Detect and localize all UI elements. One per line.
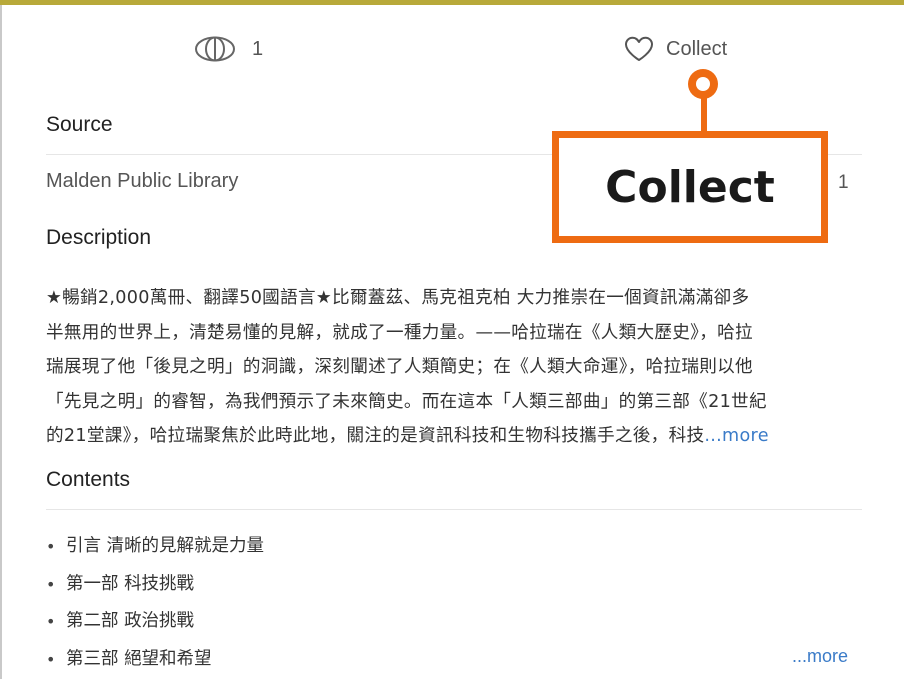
collect-label: Collect	[666, 37, 728, 60]
views-counter[interactable]: 1	[194, 36, 263, 62]
description-line: 瑞展現了他「後見之明」的洞識，深刻闡述了人類簡史；在《人類大命運》，哈拉瑞則以他	[46, 357, 753, 377]
contents-divider	[46, 509, 862, 510]
list-item: • 第三部 絕望和希望	[46, 641, 264, 679]
views-count: 1	[252, 37, 264, 60]
description-more-link[interactable]: ...more	[704, 426, 768, 446]
list-item: • 引言 清晰的見解就是力量	[46, 528, 264, 566]
contents-item-label: 第三部 絕望和希望	[66, 648, 212, 669]
description-line: 的21堂課》，哈拉瑞聚焦於此時此地，關注的是資訊科技和生物科技攜手之後，科技	[46, 426, 705, 446]
contents-item-label: 第一部 科技挑戰	[66, 573, 195, 594]
source-count: 1	[838, 172, 849, 193]
top-border	[0, 0, 904, 5]
contents-heading: Contents	[46, 468, 131, 491]
contents-list: • 引言 清晰的見解就是力量 • 第一部 科技挑戰 • 第二部 政治挑戰 • 第三部 絕…	[46, 528, 264, 678]
bullet-icon: •	[46, 537, 56, 556]
contents-more-link[interactable]: ...more	[792, 646, 848, 667]
description-line: 半無用的世界上，清楚易懂的見解，就成了一種力量。——哈拉瑞在《人類大歷史》，哈拉	[46, 322, 753, 343]
bullet-icon: •	[46, 574, 56, 594]
collect-button[interactable]: Collect	[624, 36, 727, 62]
callout-stem	[701, 98, 707, 132]
source-heading: Source	[46, 113, 113, 136]
description-heading: Description	[46, 226, 152, 249]
contents-item-label: 引言 清晰的見解就是力量	[66, 536, 265, 556]
list-item: • 第二部 政治挑戰	[46, 603, 264, 641]
list-item: • 第一部 科技挑戰	[46, 566, 264, 604]
source-library-link[interactable]: Malden Public Library	[46, 170, 238, 193]
bullet-icon: •	[46, 612, 56, 631]
callout-label-box: Collect	[552, 131, 828, 243]
description-line: 「先見之明」的睿智，為我們預示了未來簡史。而在這本「人類三部曲」的第三部《21世…	[46, 391, 767, 412]
callout-target-dot	[688, 69, 718, 99]
left-border	[0, 5, 2, 679]
description-text: ★暢銷2,000萬冊、翻譯50國語言★比爾蓋茲、馬克祖克柏 大力推崇在一個資訊滿…	[46, 281, 866, 454]
views-icon	[194, 36, 236, 62]
description-line: ★暢銷2,000萬冊、翻譯50國語言★比爾蓋茲、馬克祖克柏 大力推崇在一個資訊滿…	[46, 288, 750, 308]
description-line-last: 的21堂課》，哈拉瑞聚焦於此時此地，關注的是資訊科技和生物科技攜手之後，科技..…	[46, 419, 866, 454]
contents-item-label: 第二部 政治挑戰	[66, 611, 195, 631]
bullet-icon: •	[46, 649, 56, 669]
heart-icon	[624, 36, 654, 62]
